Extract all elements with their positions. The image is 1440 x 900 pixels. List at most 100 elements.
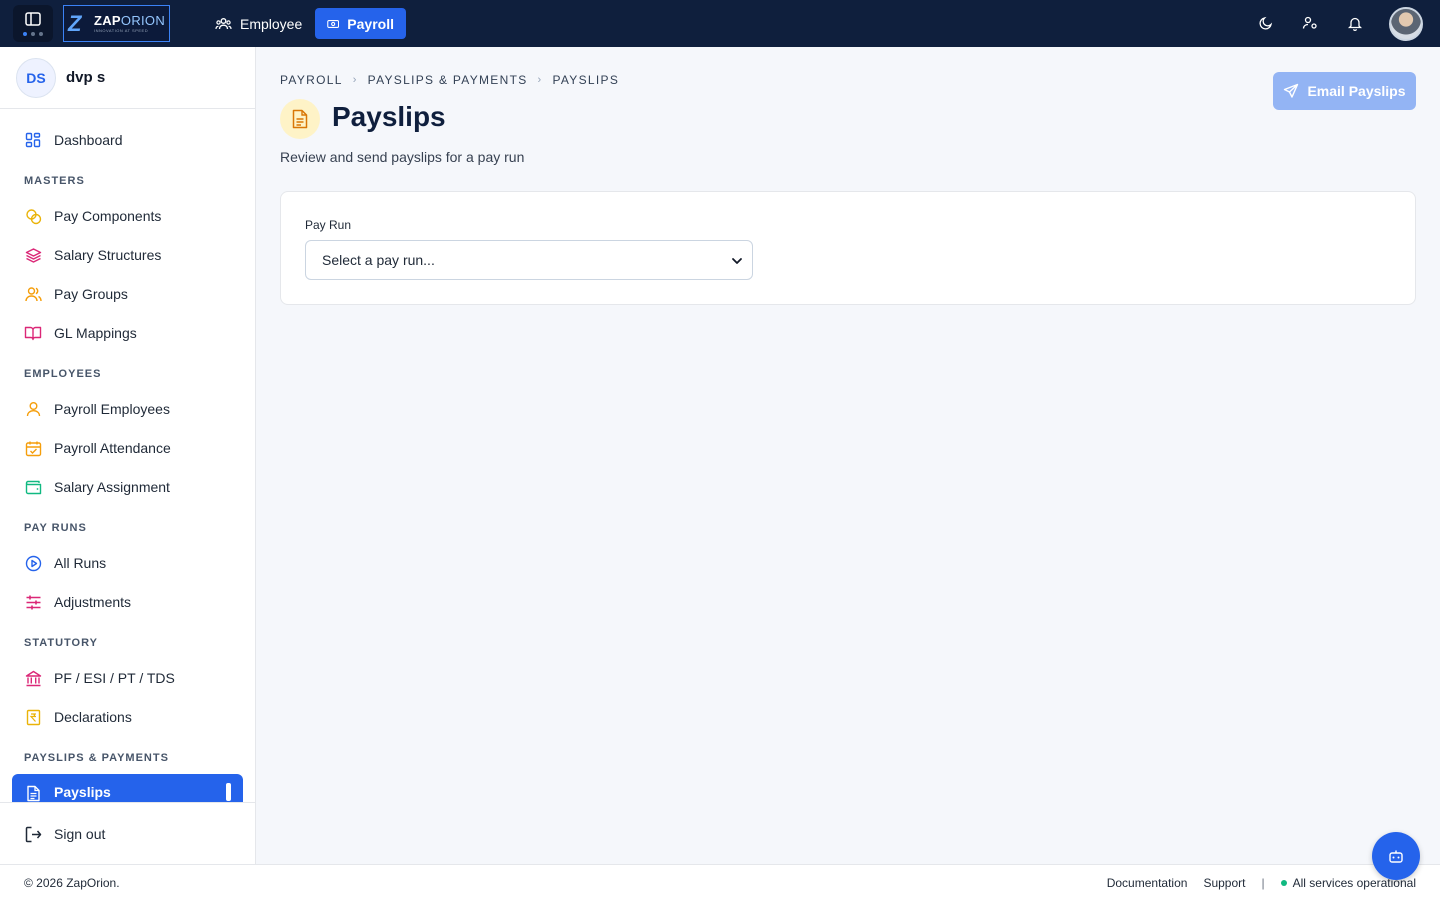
- breadcrumb-payroll[interactable]: PAYROLL: [280, 73, 343, 87]
- book-icon: [24, 326, 42, 341]
- sidebar-item-label: Adjustments: [54, 594, 132, 610]
- layers-icon: [25, 247, 41, 263]
- user-icon: [26, 402, 40, 417]
- sliders-icon: [26, 595, 40, 609]
- sidebar-item-payroll-attendance[interactable]: Payroll Attendance: [12, 431, 243, 465]
- sign-out-button[interactable]: Sign out: [12, 817, 243, 851]
- sidebar-item-label: Pay Groups: [54, 286, 128, 302]
- users-icon: [24, 287, 42, 302]
- send-icon: [1284, 83, 1299, 98]
- page-title: Payslips: [332, 101, 446, 132]
- page-title-icon: [280, 99, 320, 139]
- section-masters: MASTERS: [24, 175, 85, 187]
- sidebar-item-label: Salary Assignment: [54, 479, 170, 495]
- logo-tagline: INNOVATION AT SPEED: [94, 28, 149, 33]
- sidebar-item-label: Declarations: [54, 709, 132, 725]
- status-dot-icon: [1280, 880, 1287, 886]
- pay-run-label: Pay Run: [305, 218, 352, 232]
- breadcrumb: PAYROLL › PAYSLIPS & PAYMENTS › PAYSLIPS: [280, 73, 619, 87]
- user-name: dvp s: [66, 69, 106, 86]
- sidebar: DS dvp s Dashboard MASTERS Pay Component…: [0, 47, 256, 864]
- sidebar-item-payslips[interactable]: Payslips: [12, 774, 243, 802]
- logo-word: ZAPORION: [94, 13, 166, 28]
- sidebar-item-payroll-employees[interactable]: Payroll Employees: [12, 392, 243, 426]
- email-payslips-label: Email Payslips: [1307, 83, 1406, 99]
- support-link[interactable]: Support: [1203, 876, 1245, 890]
- moon-icon: [1259, 16, 1273, 30]
- play-circle-icon: [25, 555, 41, 571]
- section-statutory: STATUTORY: [24, 637, 98, 649]
- rupee-receipt-icon: [26, 709, 40, 725]
- user-avatar-button[interactable]: [1389, 7, 1423, 41]
- page-subtitle: Review and send payslips for a pay run: [280, 149, 525, 165]
- pay-run-card: Pay Run Select a pay run...: [280, 191, 1416, 305]
- file-text-icon: [292, 109, 308, 129]
- avatar: DS: [16, 57, 56, 98]
- sidebar-item-label: Payroll Employees: [54, 401, 170, 417]
- sidebar-item-all-runs[interactable]: All Runs: [12, 546, 243, 580]
- user-settings-icon: [1302, 16, 1317, 29]
- sidebar-item-label: All Runs: [54, 555, 107, 571]
- sidebar-item-pf-esi-pt-tds[interactable]: PF / ESI / PT / TDS: [12, 661, 243, 695]
- theme-toggle-button[interactable]: [1256, 13, 1276, 33]
- tab-payroll[interactable]: Payroll: [315, 8, 406, 39]
- sidebar-divider: [0, 802, 255, 803]
- breadcrumb-payslips: PAYSLIPS: [552, 73, 620, 87]
- copyright: © 2026 ZapOrion.: [24, 876, 120, 890]
- sidebar-item-label: Salary Structures: [54, 247, 162, 263]
- sidebar-item-pay-components[interactable]: Pay Components: [12, 199, 243, 233]
- section-employees: EMPLOYEES: [24, 368, 102, 380]
- bot-icon: [1389, 850, 1403, 863]
- section-pay-runs: PAY RUNS: [24, 522, 87, 534]
- footer: © 2026 ZapOrion. Documentation Support |…: [0, 864, 1440, 900]
- notifications-button[interactable]: [1345, 13, 1365, 33]
- progress-dots: [23, 31, 43, 36]
- sidebar-item-label: PF / ESI / PT / TDS: [54, 670, 175, 686]
- sign-out-label: Sign out: [54, 826, 106, 842]
- section-payslips-payments: PAYSLIPS & PAYMENTS: [24, 752, 169, 764]
- sidebar-item-pay-groups[interactable]: Pay Groups: [12, 277, 243, 311]
- footer-divider: |: [1261, 876, 1265, 890]
- wallet-icon: [25, 480, 41, 495]
- sidebar-item-dashboard[interactable]: Dashboard: [12, 123, 243, 157]
- logo-mark-icon: Z: [68, 10, 82, 36]
- users-icon: [215, 17, 232, 29]
- email-payslips-button[interactable]: Email Payslips: [1273, 72, 1416, 110]
- chevron-right-icon: ›: [352, 74, 358, 86]
- sidebar-item-salary-structures[interactable]: Salary Structures: [12, 238, 243, 272]
- file-text-icon: [26, 785, 40, 801]
- user-profile[interactable]: DS dvp s: [0, 47, 255, 109]
- chatbot-button[interactable]: [1372, 832, 1420, 880]
- tab-employee-label: Employee: [240, 15, 303, 32]
- tab-payroll-label: Payroll: [347, 15, 394, 32]
- bell-icon: [1348, 17, 1362, 31]
- money-icon: [327, 19, 340, 28]
- sidebar-item-adjustments[interactable]: Adjustments: [12, 585, 243, 619]
- dashboard-icon: [25, 132, 41, 148]
- sidebar-item-salary-assignment[interactable]: Salary Assignment: [12, 470, 243, 504]
- sidebar-toggle-button[interactable]: [13, 5, 53, 42]
- zaporion-logo[interactable]: Z ZAPORION INNOVATION AT SPEED: [63, 5, 170, 42]
- user-settings-button[interactable]: [1300, 13, 1320, 33]
- sidebar-panel-icon: [25, 11, 41, 26]
- breadcrumb-payslips-payments[interactable]: PAYSLIPS & PAYMENTS: [368, 73, 528, 87]
- tab-employee[interactable]: Employee: [203, 8, 314, 39]
- chevron-down-icon: [732, 258, 742, 264]
- documentation-link[interactable]: Documentation: [1107, 876, 1188, 890]
- sidebar-item-gl-mappings[interactable]: GL Mappings: [12, 316, 243, 350]
- calendar-check-icon: [25, 441, 41, 456]
- sidebar-item-label: Payslips: [54, 784, 111, 800]
- sidebar-item-declarations[interactable]: Declarations: [12, 700, 243, 734]
- sidebar-item-label: Dashboard: [54, 132, 123, 148]
- chevron-right-icon: ›: [537, 74, 543, 86]
- top-bar: Z ZAPORION INNOVATION AT SPEED Employee …: [0, 0, 1440, 47]
- bank-icon: [25, 670, 41, 686]
- pay-run-selected-value: Select a pay run...: [322, 252, 435, 268]
- sidebar-item-label: GL Mappings: [54, 325, 137, 341]
- logout-icon: [25, 826, 41, 842]
- coins-icon: [25, 208, 41, 224]
- sidebar-item-label: Payroll Attendance: [54, 440, 171, 456]
- active-indicator: [226, 783, 231, 801]
- sidebar-item-label: Pay Components: [54, 208, 162, 224]
- pay-run-select[interactable]: Select a pay run...: [305, 240, 753, 280]
